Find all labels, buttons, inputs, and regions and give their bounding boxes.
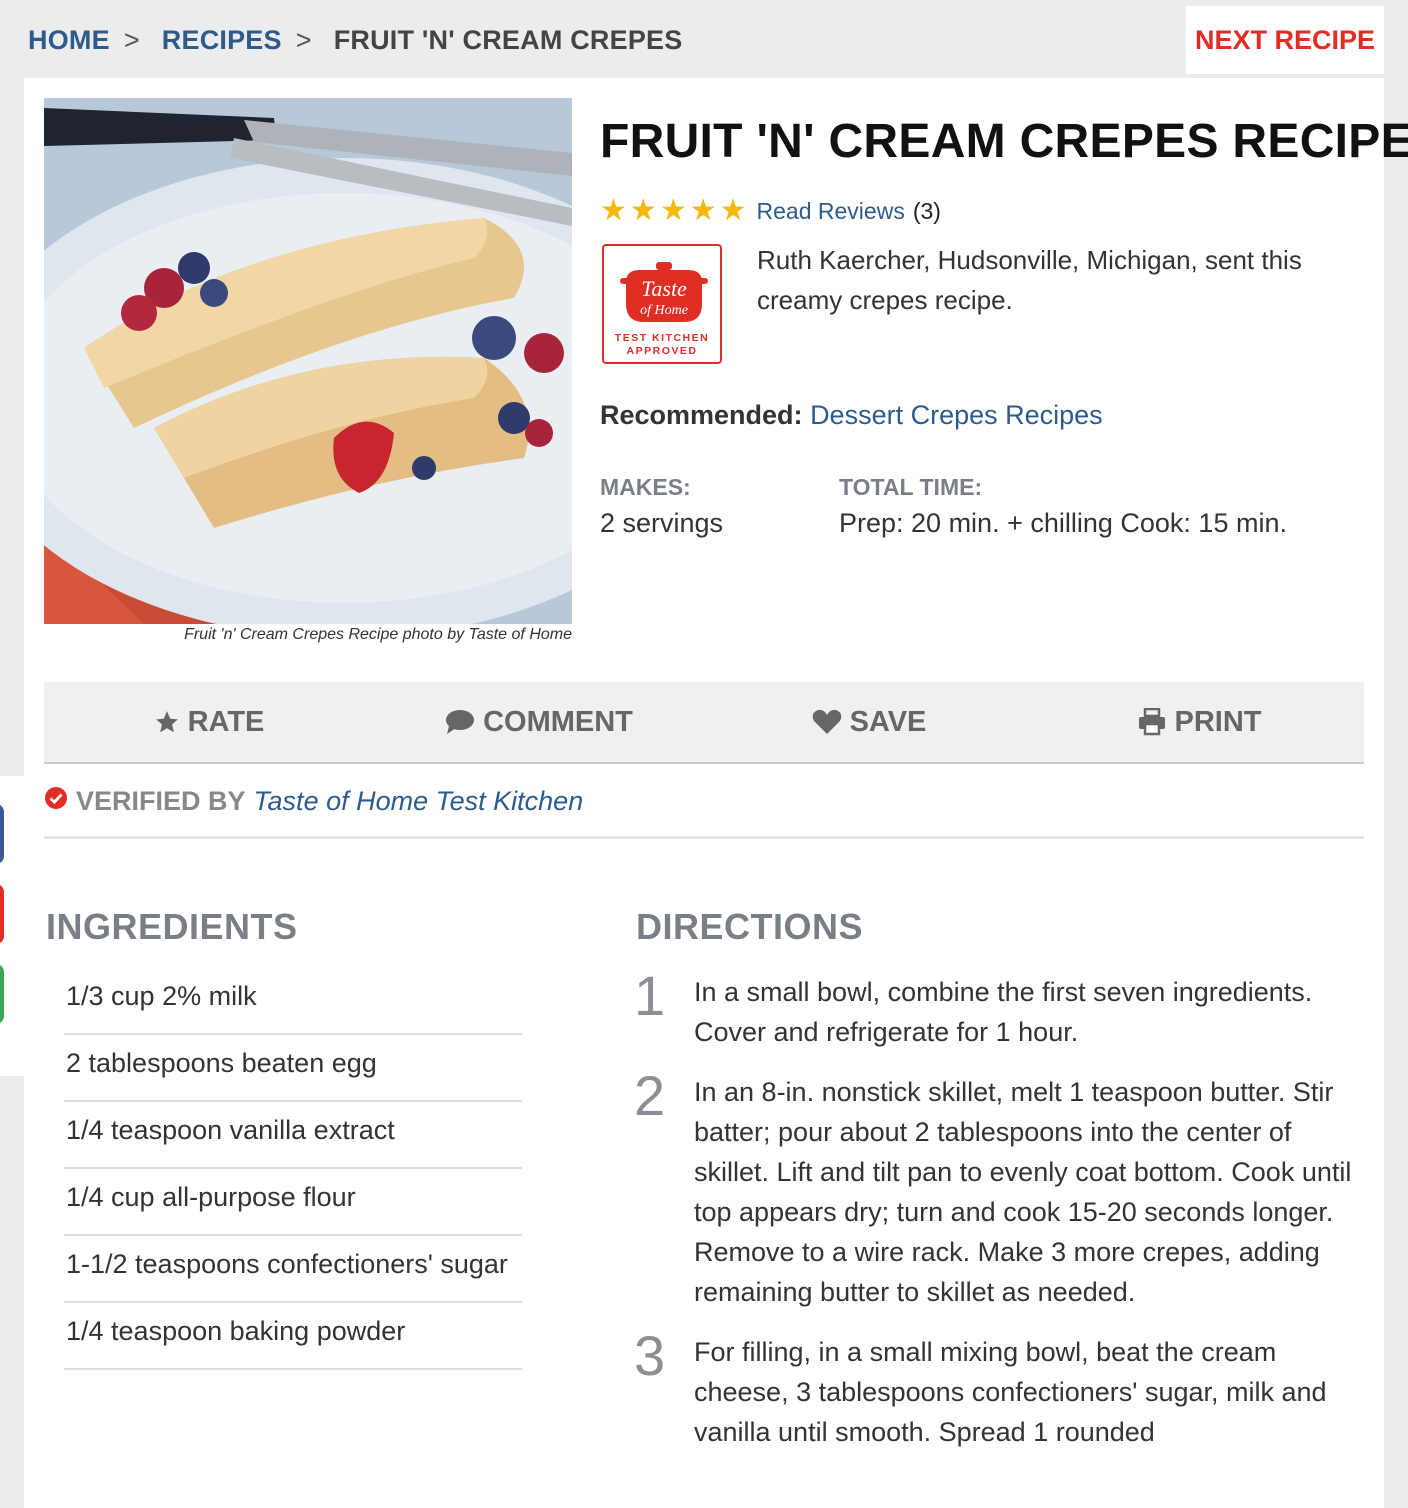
test-kitchen-approved-badge: Taste of Home TEST KITCHEN APPROVED [602,244,722,364]
recipe-description: Ruth Kaercher, Hudsonville, Michigan, se… [757,245,1302,315]
chevron-right-icon: > [295,24,312,55]
makes-label: MAKES: [600,474,691,500]
recipe-action-bar: RATE COMMENT SAVE PRINT [44,682,1364,764]
save-button[interactable]: SAVE [704,682,1034,762]
step-text: In a small bowl, combine the first seven… [694,977,1313,1047]
recommended-row: Recommended: Dessert Crepes Recipes [600,400,1103,431]
direction-step: 1 In a small bowl, combine the first sev… [634,968,1364,1052]
star-icon: ★ [719,194,747,227]
ingredients-list: 1/3 cup 2% milk 2 tablespoons beaten egg… [64,968,522,1370]
pinterest-share-icon[interactable] [0,884,4,944]
ingredient-item: 1-1/2 teaspoons confectioners' sugar [64,1236,522,1303]
check-circle-icon [44,786,68,817]
star-icon [154,709,180,735]
badge-line-1: TEST KITCHEN [614,332,710,344]
rating-row: ★ ★ ★ ★ ★ Read Reviews (3) [600,196,941,226]
rate-label: RATE [187,705,265,738]
comment-icon [445,709,475,735]
star-icon: ★ [659,194,687,227]
breadcrumb-current: FRUIT 'N' CREAM CREPES [333,24,683,55]
step-number: 1 [634,964,666,1027]
step-number: 3 [634,1324,666,1387]
star-icon: ★ [689,194,717,227]
star-icon: ★ [600,194,627,227]
verified-by-link[interactable]: Taste of Home Test Kitchen [254,786,584,817]
read-reviews-link[interactable]: Read Reviews [757,198,905,225]
recipe-photo [44,98,572,624]
step-text: In an 8-in. nonstick skillet, melt 1 tea… [694,1077,1352,1307]
ingredient-item: 1/4 teaspoon vanilla extract [64,1102,522,1169]
direction-step: 3 For filling, in a small mixing bowl, b… [634,1328,1364,1452]
makes-value: 2 servings [600,508,724,538]
recommended-link[interactable]: Dessert Crepes Recipes [810,400,1103,430]
verified-label: VERIFIED BY [76,786,246,816]
breadcrumb-recipes[interactable]: RECIPES [162,25,282,56]
svg-text:of Home: of Home [640,303,688,318]
svg-text:Taste: Taste [641,276,687,301]
recipe-card: Fruit 'n' Cream Crepes Recipe photo by T… [24,78,1408,1508]
next-recipe-button[interactable]: NEXT RECIPE [1186,6,1384,74]
page-title: FRUIT 'N' CREAM CREPES RECIPE [600,115,1408,168]
breadcrumb-home[interactable]: HOME [28,25,110,56]
ingredient-item: 1/4 cup all-purpose flour [64,1169,522,1236]
print-icon [1137,708,1167,736]
social-share-rail [0,776,24,1076]
email-share-icon[interactable] [0,964,4,1024]
comment-label: COMMENT [483,705,633,738]
save-label: SAVE [849,705,927,738]
badge-line-2: APPROVED [626,345,698,357]
star-rating[interactable]: ★ ★ ★ ★ ★ [600,196,747,226]
breadcrumb: HOME > RECIPES > FRUIT 'N' CREAM CREPES [28,22,682,58]
step-number: 2 [634,1064,666,1127]
star-icon: ★ [629,194,657,227]
reviews-count: (3) [912,197,941,224]
directions-list: 1 In a small bowl, combine the first sev… [634,968,1364,1472]
direction-step: 2 In an 8-in. nonstick skillet, melt 1 t… [634,1068,1364,1312]
facebook-share-icon[interactable] [0,804,4,864]
print-button[interactable]: PRINT [1034,682,1364,762]
chevron-right-icon: > [123,24,140,55]
recommended-label: Recommended: [600,400,803,430]
ingredient-item: 2 tablespoons beaten egg [64,1035,522,1102]
section-divider [44,836,1364,839]
directions-heading: DIRECTIONS [636,906,864,947]
step-text: For filling, in a small mixing bowl, bea… [694,1337,1327,1447]
rate-button[interactable]: RATE [44,682,374,762]
verified-row: VERIFIED BY Taste of Home Test Kitchen [44,786,583,817]
ingredient-item: 1/4 teaspoon baking powder [64,1303,522,1370]
total-time-label: TOTAL TIME: [839,474,983,500]
photo-caption: Fruit 'n' Cream Crepes Recipe photo by T… [184,626,572,643]
heart-icon [812,709,842,735]
taste-of-home-logo-icon: Taste of Home [620,262,708,322]
total-time-value: Prep: 20 min. + chilling Cook: 15 min. [839,508,1287,538]
ingredient-item: 1/3 cup 2% milk [64,968,522,1035]
comment-button[interactable]: COMMENT [374,682,704,762]
ingredients-heading: INGREDIENTS [46,906,298,947]
print-label: PRINT [1174,705,1262,738]
